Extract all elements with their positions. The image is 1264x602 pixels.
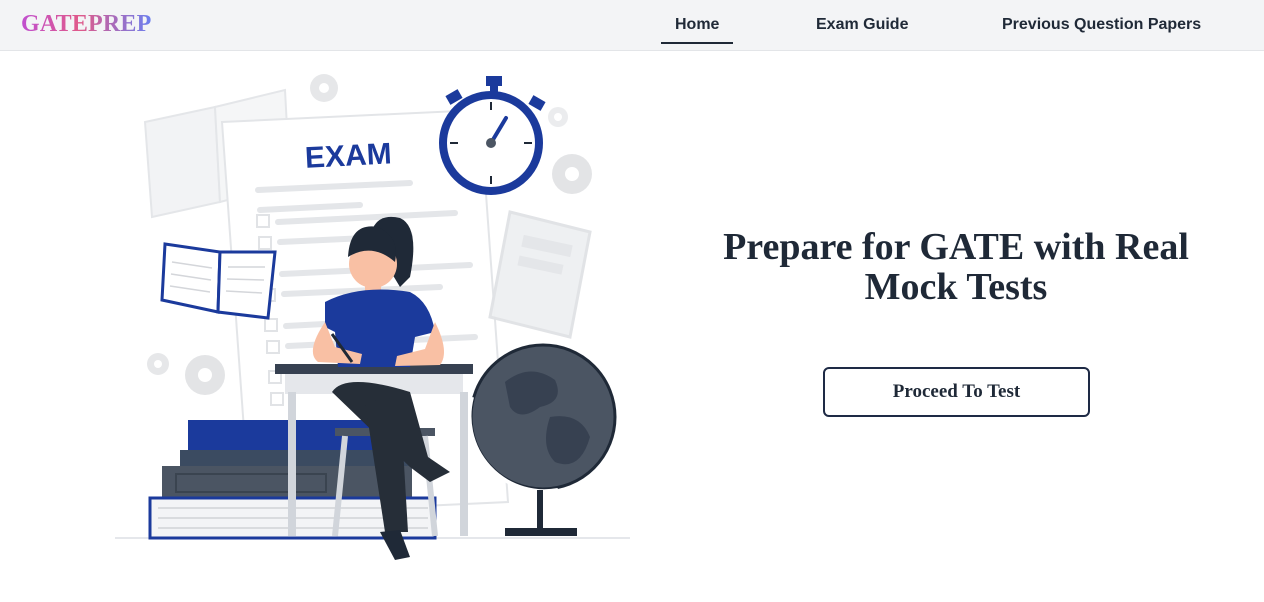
gear-icon xyxy=(185,355,225,395)
nav-link-home[interactable]: Home xyxy=(661,16,734,44)
gear-icon xyxy=(310,74,338,102)
proceed-to-test-button[interactable]: Proceed To Test xyxy=(823,367,1090,417)
book-icon xyxy=(160,242,277,320)
globe-icon xyxy=(467,343,617,536)
stopwatch-icon xyxy=(439,76,546,195)
nav-link-previous-question-papers[interactable]: Previous Question Papers xyxy=(1002,16,1201,34)
gear-icon xyxy=(552,154,592,194)
hero-illustration: EXAM xyxy=(110,62,640,567)
gear-icon xyxy=(548,107,568,127)
nav-link-exam-guide[interactable]: Exam Guide xyxy=(816,16,908,34)
gear-icon xyxy=(147,353,169,375)
tablet-icon xyxy=(488,210,592,339)
hero-title: Prepare for GATE with Real Mock Tests xyxy=(723,226,1189,308)
exam-heading: EXAM xyxy=(304,137,392,174)
navbar: GATEPREP Home Exam Guide Previous Questi… xyxy=(0,0,1264,51)
site-logo[interactable]: GATEPREP xyxy=(21,11,152,38)
